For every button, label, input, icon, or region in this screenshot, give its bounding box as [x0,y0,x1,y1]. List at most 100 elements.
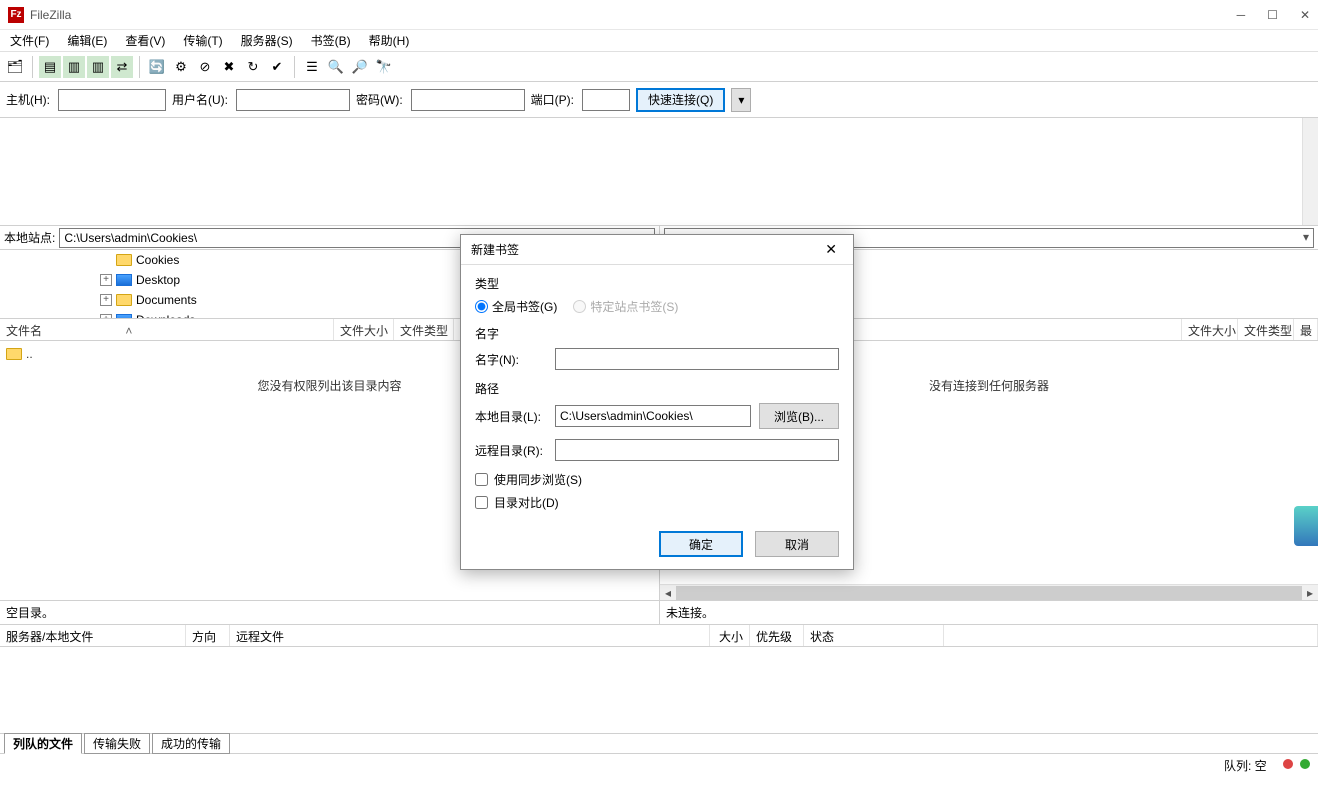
parent-dir-label: .. [26,347,33,361]
port-input[interactable] [582,89,630,111]
menu-transfer[interactable]: 传输(T) [179,30,226,51]
scroll-left-icon[interactable]: ◂ [660,586,676,600]
remote-col-type[interactable]: 文件类型 [1238,319,1294,340]
folder-icon [116,254,132,266]
queue-tabs: 列队的文件 传输失败 成功的传输 [0,734,1318,754]
remote-dir-input[interactable] [555,439,839,461]
compare-icon[interactable]: ☰ [301,56,323,78]
drive-icon [116,314,132,318]
radio-global-bookmark[interactable]: 全局书签(G) [475,298,557,315]
filter-icon[interactable]: ✔ [266,56,288,78]
cancel-button[interactable]: 取消 [755,531,839,557]
menu-bookmark[interactable]: 书签(B) [307,30,355,51]
find-icon[interactable]: 🔭 [373,56,395,78]
sync-browse-checkbox[interactable] [475,473,488,486]
folder-icon [116,294,132,306]
dir-compare-checkbox[interactable] [475,496,488,509]
app-title: FileZilla [30,8,71,22]
radio-global-input[interactable] [475,300,488,313]
browse-button[interactable]: 浏览(B)... [759,403,839,429]
expand-icon[interactable]: + [100,274,112,286]
tab-failed[interactable]: 传输失败 [84,733,150,754]
local-dir-label: 本地目录(L): [475,408,547,425]
queue-col-server[interactable]: 服务器/本地文件 [0,625,186,646]
quick-connect-button[interactable]: 快速连接(Q) [636,88,725,112]
sync-browse-label: 使用同步浏览(S) [494,471,582,488]
sync-browse-icon[interactable]: 🔍 [325,56,347,78]
menu-file[interactable]: 文件(F) [6,30,53,51]
queue-col-size[interactable]: 大小 [710,625,750,646]
tree-node-label: Documents [136,293,197,307]
toggle-tree-local-icon[interactable]: ▥ [63,56,85,78]
bookmark-name-input[interactable] [555,348,839,370]
log-scrollbar[interactable] [1302,118,1318,225]
sort-indicator-icon: ˄ [125,324,132,338]
tree-node-label: Desktop [136,273,180,287]
title-bar: Fz FileZilla ─ ☐ ✕ [0,0,1318,30]
local-col-type[interactable]: 文件类型 [394,319,454,340]
activity-led-send-icon [1300,759,1310,769]
local-empty-message: 您没有权限列出该目录内容 [257,377,401,394]
queue-list[interactable] [0,647,1318,734]
activity-led-recv-icon [1283,759,1293,769]
remote-col-last[interactable]: 最 [1294,319,1318,340]
maximize-button[interactable]: ☐ [1267,8,1278,22]
remote-status-text: 未连接。 [666,604,714,621]
user-label: 用户名(U): [172,91,228,108]
remote-hscrollbar[interactable]: ◂ ▸ [660,584,1318,600]
new-bookmark-dialog: 新建书签 ✕ 类型 全局书签(G) 特定站点书签(S) 名字 名字(N): 路径… [460,234,854,570]
toggle-queue-icon[interactable]: ⇄ [111,56,133,78]
app-logo-icon: Fz [8,7,24,23]
tab-success[interactable]: 成功的传输 [152,733,230,754]
dialog-close-button[interactable]: ✕ [819,239,843,260]
remote-dir-label: 远程目录(R): [475,442,547,459]
local-site-label: 本地站点: [4,229,55,246]
toggle-tree-remote-icon[interactable]: ▥ [87,56,109,78]
path-group-label: 路径 [475,380,839,397]
toggle-log-icon[interactable]: ▤ [39,56,61,78]
remote-col-size[interactable]: 文件大小 [1182,319,1238,340]
pass-input[interactable] [411,89,525,111]
menu-edit[interactable]: 编辑(E) [63,30,111,51]
ok-button[interactable]: 确定 [659,531,743,557]
queue-col-stat[interactable]: 状态 [804,625,944,646]
pass-label: 密码(W): [356,91,403,108]
local-dir-input[interactable] [555,405,751,427]
menu-help[interactable]: 帮助(H) [365,30,414,51]
radio-site-bookmark: 特定站点书签(S) [573,298,678,315]
expand-icon[interactable]: + [100,294,112,306]
expand-icon[interactable]: + [100,314,112,318]
disconnect-icon[interactable]: ✖ [218,56,240,78]
quick-connect-dropdown[interactable]: ▾ [731,88,751,112]
message-log [0,118,1318,226]
user-input[interactable] [236,89,350,111]
host-input[interactable] [58,89,166,111]
tree-node-label: Cookies [136,253,179,267]
folder-icon [6,348,22,360]
status-bar: 队列: 空 [0,754,1318,776]
refresh-icon[interactable]: 🔄 [146,56,168,78]
reconnect-icon[interactable]: ↻ [242,56,264,78]
minimize-button[interactable]: ─ [1237,8,1246,22]
cancel-icon[interactable]: ⊘ [194,56,216,78]
process-queue-icon[interactable]: ⚙ [170,56,192,78]
search-icon[interactable]: 🔎 [349,56,371,78]
side-tab-widget[interactable] [1294,506,1318,546]
tab-queued[interactable]: 列队的文件 [4,733,82,754]
queue-col-dir[interactable]: 方向 [186,625,230,646]
local-col-size[interactable]: 文件大小 [334,319,394,340]
queue-col-remote[interactable]: 远程文件 [230,625,710,646]
tree-node-label: Downloads [136,313,195,318]
menu-server[interactable]: 服务器(S) [237,30,297,51]
close-button[interactable]: ✕ [1300,8,1310,22]
queue-status-text: 队列: 空 [1224,757,1267,774]
scroll-right-icon[interactable]: ▸ [1302,586,1318,600]
menu-view[interactable]: 查看(V) [121,30,169,51]
radio-site-input [573,300,586,313]
remote-path-dropdown-icon[interactable]: ▾ [1298,229,1314,245]
pane-status-bars: 空目录。 未连接。 [0,601,1318,625]
site-manager-icon[interactable]: 🗂 [4,56,26,78]
local-col-name[interactable]: 文件名 ˄ [0,319,334,340]
queue-col-prio[interactable]: 优先级 [750,625,804,646]
port-label: 端口(P): [531,91,574,108]
